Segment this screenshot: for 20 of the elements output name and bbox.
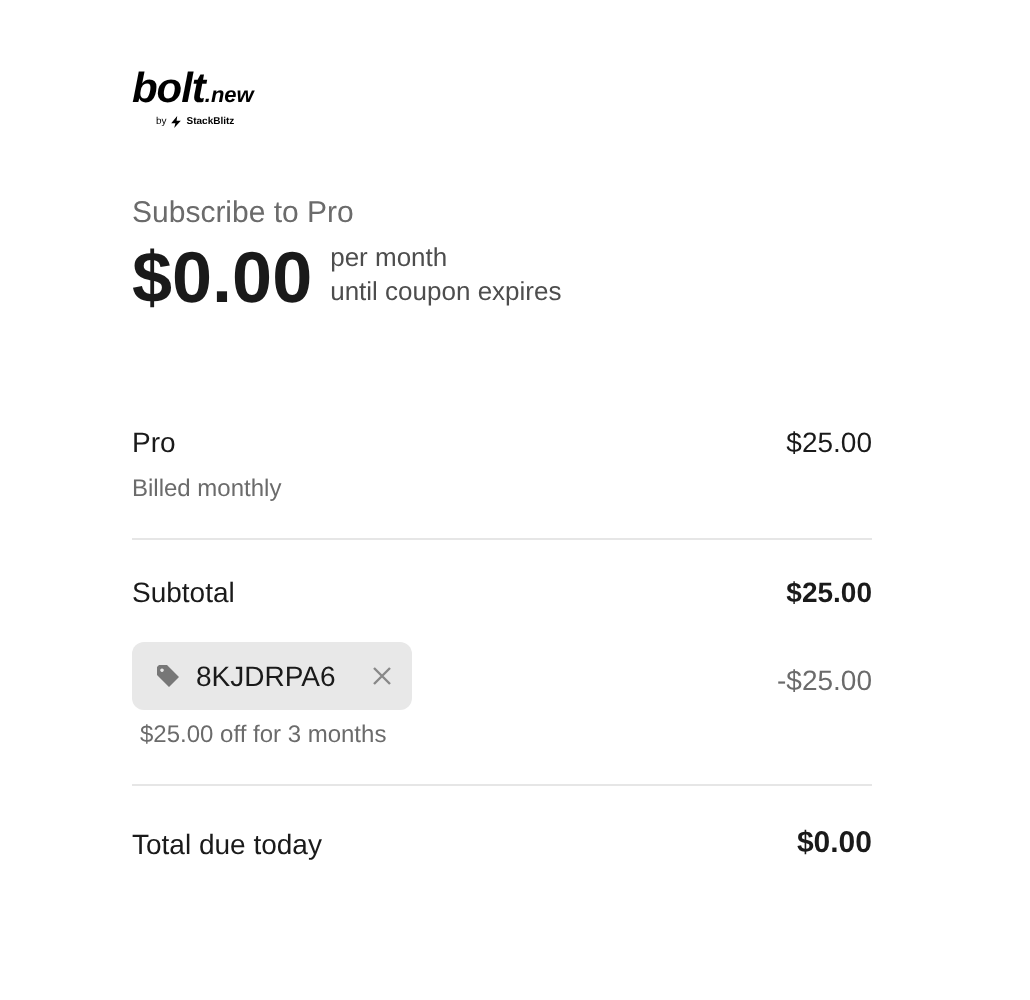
tag-icon <box>156 664 180 688</box>
logo-suffix: .new <box>204 84 254 112</box>
period-text: per month <box>330 240 450 274</box>
plan-title: Subscribe to Pro <box>132 193 356 233</box>
item-name: Pro <box>132 424 178 462</box>
item-amount: $25.00 <box>786 424 872 462</box>
discount-amount: -$25.00 <box>777 662 872 700</box>
coupon-code: 8KJDRPA6 <box>196 657 336 695</box>
period-text: until coupon expires <box>330 274 562 308</box>
close-icon[interactable] <box>372 666 392 686</box>
logo-wordmark: bolt <box>132 68 205 112</box>
lightning-icon <box>170 115 183 127</box>
price: $0.00 <box>132 238 313 318</box>
subtotal-label: Subtotal <box>132 574 235 612</box>
coupon-chip[interactable]: 8KJDRPA6 <box>132 642 412 710</box>
total-label: Total due today <box>132 825 322 864</box>
coupon-description: $25.00 off for 3 months <box>140 718 389 752</box>
subtotal-amount: $25.00 <box>786 574 872 612</box>
item-note: Billed monthly <box>132 472 282 506</box>
total-amount: $0.00 <box>796 824 872 864</box>
